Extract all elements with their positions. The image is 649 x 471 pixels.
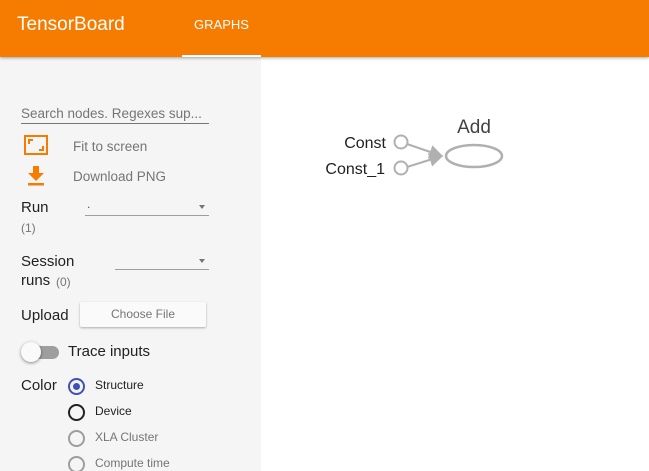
graph-canvas[interactable]: Const Const_1 Add: [261, 57, 649, 471]
active-tab-indicator: [182, 55, 261, 57]
radio-button-checked: [68, 378, 85, 395]
edge-const1-to-add: [406, 153, 444, 168]
fit-to-screen-label: Fit to screen: [73, 139, 148, 154]
session-runs-label-line1: Session: [21, 253, 75, 270]
download-png-button[interactable]: Download PNG: [21, 165, 191, 187]
download-png-label: Download PNG: [73, 169, 167, 184]
app-title: TensorBoard: [17, 14, 125, 35]
run-label: Run: [21, 199, 49, 216]
trace-inputs-toggle[interactable]: [21, 341, 61, 363]
node-add-label: Add: [457, 117, 491, 138]
choose-file-button[interactable]: Choose File: [80, 302, 206, 327]
run-select-value: .: [87, 197, 91, 211]
tensorboard-app: TensorBoard GRAPHS Fit to screen Downloa…: [0, 0, 649, 471]
run-select[interactable]: .: [85, 197, 209, 216]
color-option-label: Compute time: [95, 456, 170, 470]
color-option-label: Device: [95, 404, 132, 418]
dropdown-arrow-icon: [199, 259, 205, 263]
radio-button-disabled: [68, 456, 85, 471]
dropdown-arrow-icon: [199, 205, 205, 209]
upload-label: Upload: [21, 307, 69, 324]
color-option-structure[interactable]: Structure: [68, 377, 188, 397]
session-runs-label-line2: runs: [21, 272, 51, 289]
tab-graphs-label: GRAPHS: [194, 17, 249, 32]
node-const-label: Const: [344, 135, 386, 152]
app-header: TensorBoard GRAPHS: [0, 0, 649, 57]
fit-to-screen-icon: [24, 135, 48, 155]
tab-graphs[interactable]: GRAPHS: [182, 0, 261, 57]
color-option-xla-cluster[interactable]: XLA Cluster: [68, 429, 188, 449]
trace-inputs-label: Trace inputs: [68, 343, 150, 360]
download-icon: [28, 166, 44, 186]
edge-const-to-add: [406, 143, 444, 159]
fit-to-screen-button[interactable]: Fit to screen: [21, 135, 191, 157]
node-const[interactable]: [393, 134, 409, 150]
sidebar: Fit to screen Download PNG Run (1) . Ses…: [0, 57, 261, 471]
run-count: (1): [21, 221, 36, 235]
node-const-1-label: Const_1: [325, 161, 385, 178]
color-option-label: Structure: [95, 378, 144, 392]
color-option-device[interactable]: Device: [68, 403, 188, 423]
node-const-1[interactable]: [393, 160, 409, 176]
session-runs-count: (0): [56, 275, 71, 289]
node-add[interactable]: [444, 143, 504, 169]
search-nodes-input[interactable]: [21, 103, 209, 124]
radio-button-disabled: [68, 430, 85, 447]
color-option-label: XLA Cluster: [95, 430, 159, 444]
graph-svg: Const Const_1 Add: [325, 117, 504, 178]
color-option-compute-time[interactable]: Compute time: [68, 455, 188, 471]
radio-button: [68, 404, 85, 421]
toggle-thumb: [21, 342, 41, 362]
session-runs-select[interactable]: [115, 253, 209, 270]
color-label: Color: [21, 377, 57, 394]
